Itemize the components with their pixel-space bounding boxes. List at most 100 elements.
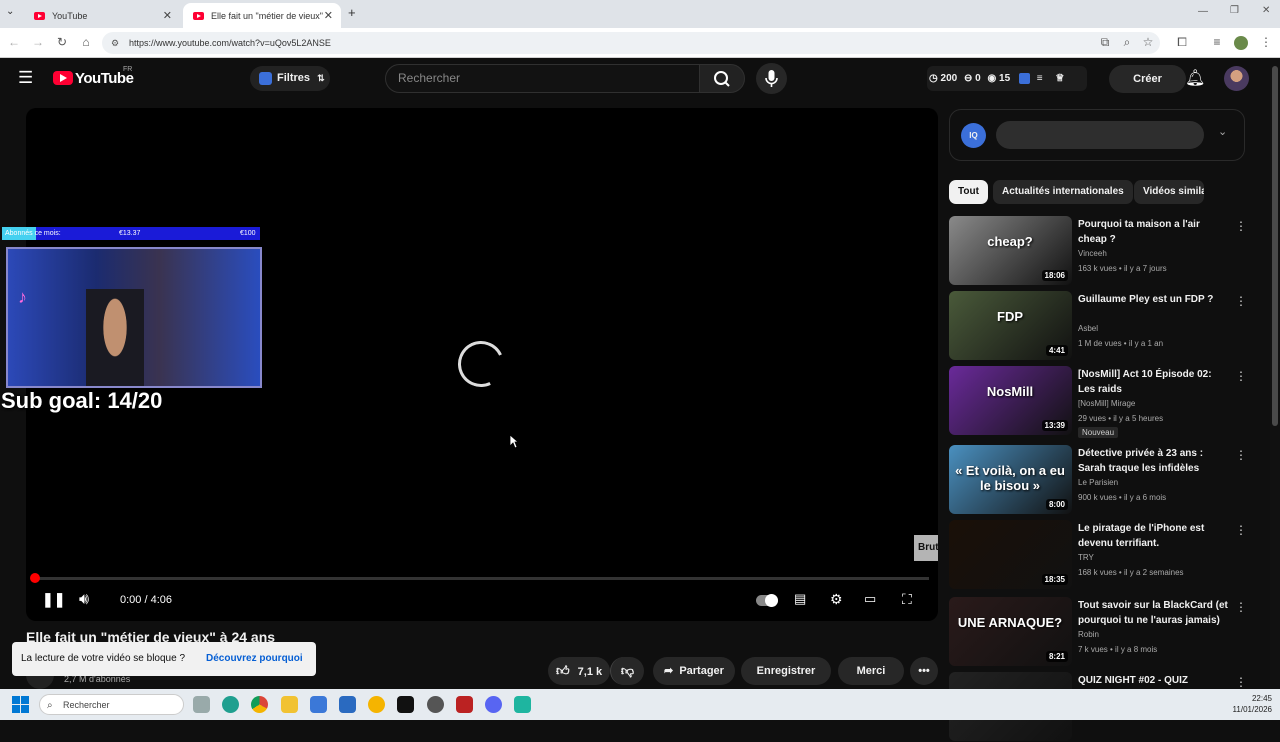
volume-icon[interactable]: 🔊︎ <box>79 591 89 609</box>
chip-similar-videos[interactable]: Vidéos simila <box>1134 180 1204 204</box>
terminal-icon[interactable] <box>397 696 414 713</box>
chrome-browser-icon[interactable] <box>251 696 268 713</box>
restore-icon[interactable]: ❐ <box>1230 5 1239 16</box>
video-thumbnail[interactable]: 18:35 <box>949 520 1072 589</box>
recommendation-title[interactable]: [NosMill] Act 10 Épisode 02: Les raids <box>1078 367 1230 397</box>
mail-icon[interactable] <box>339 696 356 713</box>
recommendation-title[interactable]: Le piratage de l'iPhone est devenu terri… <box>1078 521 1230 551</box>
more-actions-button[interactable]: ••• <box>910 657 938 685</box>
extensions-icon[interactable]: ⧠ <box>1174 35 1190 50</box>
search-input[interactable]: Rechercher <box>385 64 700 93</box>
iq-badge-icon[interactable] <box>1018 72 1030 84</box>
address-bar[interactable]: ⚙ https://www.youtube.com/watch?v=uQov5L… <box>102 32 1160 54</box>
thanks-button[interactable]: Merci <box>838 657 904 685</box>
browser-menu-icon[interactable]: ⋮ <box>1258 35 1274 49</box>
recommendation-item[interactable]: UNE ARNAQUE? 8:21 Tout savoir sur la Black… <box>949 597 1249 667</box>
account-avatar[interactable] <box>1224 66 1249 91</box>
recommendation-item[interactable]: « Et voilà, on a eu le bisou » 8:00 Détect… <box>949 445 1249 515</box>
site-info-icon[interactable]: ⚙ <box>111 32 119 54</box>
taskbar-search[interactable]: ⌕ Rechercher <box>39 694 184 715</box>
close-tab-icon[interactable]: ✕ <box>324 9 333 22</box>
video-thumbnail[interactable]: FDP 4:41 <box>949 291 1072 360</box>
filters-button[interactable]: Filtres ⇅ <box>250 66 330 91</box>
task-view-icon[interactable] <box>193 696 210 713</box>
reload-icon[interactable]: ↻ <box>54 35 70 49</box>
recommendation-item[interactable]: FDP 4:41 Guillaume Pley est un FDP ? Asbel 1… <box>949 291 1249 361</box>
active-app-icon[interactable] <box>514 696 531 713</box>
minimize-icon[interactable]: — <box>1198 6 1208 17</box>
more-vertical-icon[interactable]: ⋮ <box>1235 219 1247 233</box>
fullscreen-icon[interactable]: ⛶ <box>902 591 912 608</box>
share-button[interactable]: ➦ Partager <box>653 657 735 685</box>
windows-start-icon[interactable] <box>12 696 29 713</box>
list-icon[interactable]: ≡ <box>1037 73 1043 84</box>
recommendation-channel[interactable]: TRY <box>1078 553 1094 562</box>
youtube-logo-icon[interactable] <box>53 71 73 85</box>
tab-youtube[interactable]: YouTube ✕ <box>24 3 180 28</box>
scrollbar-thumb[interactable] <box>1272 66 1278 426</box>
tab-list-dropdown-icon[interactable]: ⌄ <box>6 6 14 17</box>
recommendation-channel[interactable]: [NosMill] Mirage <box>1078 399 1135 408</box>
more-vertical-icon[interactable]: ⋮ <box>1235 369 1247 383</box>
more-vertical-icon[interactable]: ⋮ <box>1235 600 1247 614</box>
install-app-icon[interactable]: ⧉ <box>1097 35 1113 50</box>
search-button[interactable] <box>699 64 745 93</box>
recommendation-item[interactable]: cheap? 18:06 Pourquoi ta maison a l'air ch… <box>949 216 1249 286</box>
recommendation-title[interactable]: Pourquoi ta maison a l'air cheap ? <box>1078 217 1230 247</box>
tab-video[interactable]: Elle fait un "métier de vieux" à 24 ✕ <box>183 3 341 28</box>
more-vertical-icon[interactable]: ⋮ <box>1235 523 1247 537</box>
profile-avatar[interactable] <box>1234 36 1248 50</box>
norton-icon[interactable] <box>368 696 385 713</box>
recommendation-title[interactable]: QUIZ NIGHT #02 - QUIZ <box>1078 673 1230 688</box>
channel-watermark[interactable]: Brut <box>914 535 938 561</box>
recommendation-channel[interactable]: Vinceeh <box>1078 249 1107 258</box>
more-vertical-icon[interactable]: ⋮ <box>1235 294 1247 308</box>
recommendation-channel[interactable]: Asbel <box>1078 324 1098 333</box>
toast-learn-more-link[interactable]: Découvrez pourquoi <box>206 642 303 676</box>
video-thumbnail[interactable]: cheap? 18:06 <box>949 216 1072 285</box>
subtitles-icon[interactable]: ▤ <box>794 591 806 607</box>
more-vertical-icon[interactable]: ⋮ <box>1235 675 1247 689</box>
voicemeeter-icon[interactable] <box>456 696 473 713</box>
edge-browser-icon[interactable] <box>222 696 239 713</box>
autoplay-toggle[interactable] <box>756 594 778 607</box>
store-icon[interactable] <box>310 696 327 713</box>
recommendation-title[interactable]: Guillaume Pley est un FDP ? <box>1078 292 1230 307</box>
discord-icon[interactable] <box>485 696 502 713</box>
chevron-down-icon[interactable]: ⌄ <box>1218 125 1227 138</box>
create-button[interactable]: Créer <box>1109 65 1186 93</box>
new-tab-icon[interactable]: + <box>348 5 356 20</box>
zoom-icon[interactable]: ⌕ <box>1119 35 1135 50</box>
settings-gear-icon[interactable]: ⚙ <box>830 591 843 608</box>
recommendation-title[interactable]: Tout savoir sur la BlackCard (et pourquo… <box>1078 598 1230 628</box>
save-button[interactable]: Enregistrer <box>741 657 831 685</box>
recommendation-title[interactable]: Détective privée à 23 ans : Sarah traque… <box>1078 446 1230 476</box>
forward-icon[interactable]: → <box>30 35 46 49</box>
close-window-icon[interactable]: ✕ <box>1262 5 1270 16</box>
video-thumbnail[interactable]: « Et voilà, on a eu le bisou » 8:00 <box>949 445 1072 514</box>
page-scrollbar[interactable] <box>1270 58 1280 689</box>
close-tab-icon[interactable]: ✕ <box>163 9 172 22</box>
file-explorer-icon[interactable] <box>281 696 298 713</box>
recommendation-item[interactable]: 18:35 Le piratage de l'iPhone est devenu … <box>949 520 1249 590</box>
chip-international-news[interactable]: Actualités internationales <box>993 180 1133 204</box>
bookmark-star-icon[interactable]: ☆ <box>1140 35 1156 49</box>
media-controls-icon[interactable]: ≡ <box>1209 35 1225 49</box>
extension-stats[interactable]: ◷ 200 ⊖ 0 ◉ 15 ≡ ♕ <box>927 66 1087 91</box>
more-vertical-icon[interactable]: ⋮ <box>1235 448 1247 462</box>
video-thumbnail[interactable]: UNE ARNAQUE? 8:21 <box>949 597 1072 666</box>
theater-mode-icon[interactable]: ▭ <box>864 591 876 607</box>
hamburger-menu-icon[interactable]: ☰ <box>18 68 33 88</box>
home-icon[interactable]: ⌂ <box>78 35 94 49</box>
recommendation-channel[interactable]: Le Parisien <box>1078 478 1118 487</box>
progress-scrubber[interactable] <box>30 573 40 583</box>
pause-icon[interactable]: ❚❚ <box>42 591 65 608</box>
app-icon[interactable] <box>427 696 444 713</box>
system-clock[interactable]: 22:45 11/01/2026 <box>1222 693 1272 715</box>
trophy-icon[interactable]: ♕ <box>1055 73 1064 84</box>
dislike-button[interactable]: 👎︎ <box>610 657 644 685</box>
back-icon[interactable]: ← <box>6 35 22 49</box>
recommendation-channel[interactable]: Robin <box>1078 630 1099 639</box>
progress-bar[interactable] <box>35 577 929 580</box>
video-thumbnail[interactable]: NosMill 13:39 <box>949 366 1072 435</box>
